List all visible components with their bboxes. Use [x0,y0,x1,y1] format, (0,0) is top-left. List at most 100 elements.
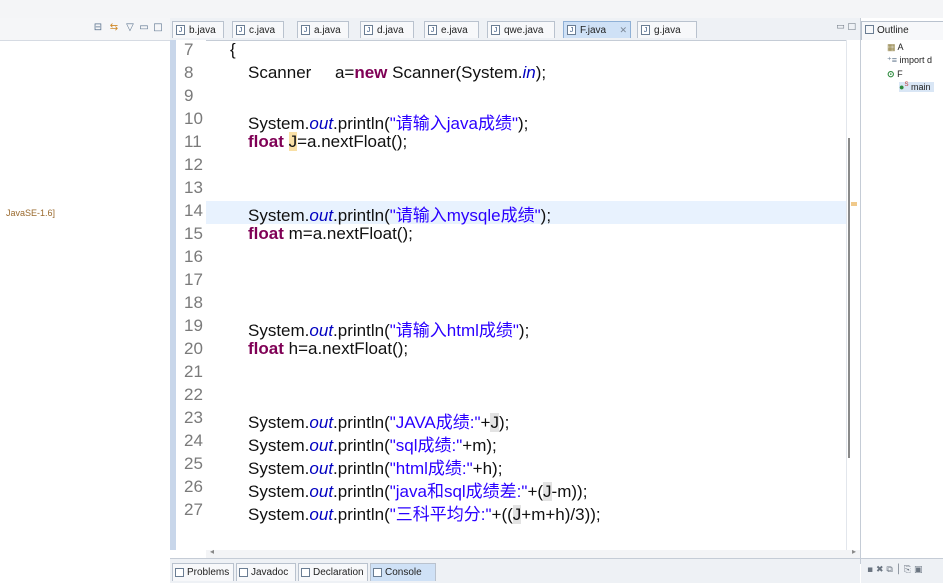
code-text-area[interactable]: { Scanner a=new Scanner(System.in); Syst… [206,40,846,550]
package-explorer-toolbar: ⊟ ⇆ ▽ ▭ □ [0,18,170,41]
code-token: m=a.nextFloat(); [283,224,413,243]
tab-label: Outline [877,25,909,36]
occurrence-marker[interactable] [851,202,857,206]
code-line-10: System.out.println("请输入java成绩"); [248,109,528,134]
toolbar-icons[interactable]: ▪ ✖ ⧉ │ ⎘ ▣ [867,565,923,575]
outline-item-imports[interactable]: ⁺≡ import d [887,55,932,66]
code-token: Scanner [248,63,312,82]
tab-label: Declaration [313,567,364,578]
tab-label: qwe.java [504,25,544,36]
line-number: 13 [184,178,203,197]
code-line-22: System.out.println("JAVA成绩:"+J); [248,408,509,433]
code-token: .println( [333,114,390,133]
tab-console[interactable]: Console [370,563,436,581]
tab-f-java[interactable]: J F.java ✕ [563,21,631,38]
tab-c-java[interactable]: Jc.java [232,21,284,38]
code-token: h=a.nextFloat(); [283,339,409,358]
outline-item-label: main [910,82,931,92]
java-file-icon: J [176,25,185,35]
jre-library-label[interactable]: JavaSE-1.6] [6,208,55,218]
string-token: "请输入html成绩" [389,321,519,340]
code-line-19: float h=a.nextFloat(); [248,339,408,359]
code-line-14: System.out.println("请输入mysqle成绩"); [248,201,551,226]
collapse-all-icon[interactable]: ⊟ [92,22,104,34]
package-icon: ▦ [887,42,896,52]
line-number: 27 [184,500,203,519]
java-file-icon: J [236,25,245,35]
editor-minimize-maximize-icon[interactable]: ▭ □ [836,22,856,32]
horizontal-scrollbar[interactable]: ◂ ▸ [206,547,860,558]
code-line-11: float J=a.nextFloat(); [248,132,407,152]
tab-qwe-java[interactable]: Jqwe.java [487,21,555,38]
window-top-strip [0,0,943,18]
tab-outline[interactable]: Outline [861,21,943,40]
tab-problems[interactable]: Problems [172,563,234,581]
code-line-23: System.out.println("sql成绩:"+m); [248,431,497,456]
code-token: =a.nextFloat(); [297,132,408,151]
string-token: "java和sql成绩差:" [389,482,528,501]
code-token: +(( [491,505,513,524]
tab-g-java[interactable]: Jg.java [637,21,697,38]
code-token: +h); [472,459,503,478]
code-token: .println( [333,413,390,432]
outline-item-label: F [897,69,903,79]
static-field-token: out [309,114,334,133]
code-token: .println( [333,321,390,340]
outline-item-main[interactable]: ●S main [899,82,935,92]
line-number-ruler: 7 8 9 10 11 12 13 14 15 16 17 18 19 20 2… [176,40,206,550]
tab-label: e.java [441,25,468,36]
minimize-icon[interactable]: ▭ [138,22,150,34]
tab-javadoc[interactable]: Javadoc [236,563,296,581]
link-with-editor-icon[interactable]: ⇆ [108,22,120,34]
tab-b-java[interactable]: Jb.java [172,21,224,38]
java-file-icon: J [491,25,500,35]
code-token: System. [248,505,310,524]
vertical-scrollbar-thumb[interactable] [848,138,850,458]
static-field-token: out [309,206,334,225]
outline-panel: Outline ▦ A ⁺≡ import d ⊙ F ●S main ▪ ✖ … [860,18,943,583]
tab-label: g.java [654,25,681,36]
problems-icon [175,568,184,577]
class-icon: ⊙ [887,69,895,79]
code-token: System. [248,413,310,432]
outline-icon [865,25,874,34]
line-number: 12 [184,155,203,174]
string-token: "请输入mysqle成绩" [389,206,541,225]
code-token: .println( [333,482,390,501]
close-icon[interactable]: ✕ [619,22,627,39]
tab-d-java[interactable]: Jd.java [360,21,414,38]
tab-a-java[interactable]: Ja.java [297,21,349,38]
java-file-icon: J [641,25,650,35]
tab-label: F.java [580,25,607,36]
code-token: System. [248,321,310,340]
code-line-25: System.out.println("java和sql成绩差:"+(J-m))… [248,477,587,502]
scroll-left-icon[interactable]: ◂ [210,547,214,556]
scroll-right-icon[interactable]: ▸ [852,547,856,556]
line-number: 21 [184,362,203,381]
outline-item-label: import d [899,55,933,65]
static-field-token: out [309,413,334,432]
maximize-icon[interactable]: □ [152,22,164,34]
view-menu-icon[interactable]: ▽ [124,22,136,34]
code-token: ); [498,413,510,432]
line-number: 18 [184,293,203,312]
line-number: 23 [184,408,203,427]
outline-item-label: A [897,42,904,52]
line-number: 19 [184,316,203,335]
declaration-icon [301,568,310,577]
java-editor: Jb.java Jc.java Ja.java Jd.java Je.java … [170,18,861,583]
java-file-icon: J [428,25,437,35]
string-token: "三科平均分:" [389,505,492,524]
outline-item-class[interactable]: ⊙ F [887,69,903,80]
static-field-token: out [309,482,334,501]
javadoc-icon [239,568,248,577]
code-line-8: Scanner a=new Scanner(System.in); [248,63,546,83]
tab-declaration[interactable]: Declaration [298,563,368,581]
console-icon [373,568,382,577]
tab-e-java[interactable]: Je.java [424,21,479,38]
keyword-token: float [248,224,284,243]
line-number: 26 [184,477,203,496]
code-token: +( [527,482,544,501]
outline-item-package[interactable]: ▦ A [887,42,904,53]
code-line-24: System.out.println("html成绩:"+h); [248,454,502,479]
